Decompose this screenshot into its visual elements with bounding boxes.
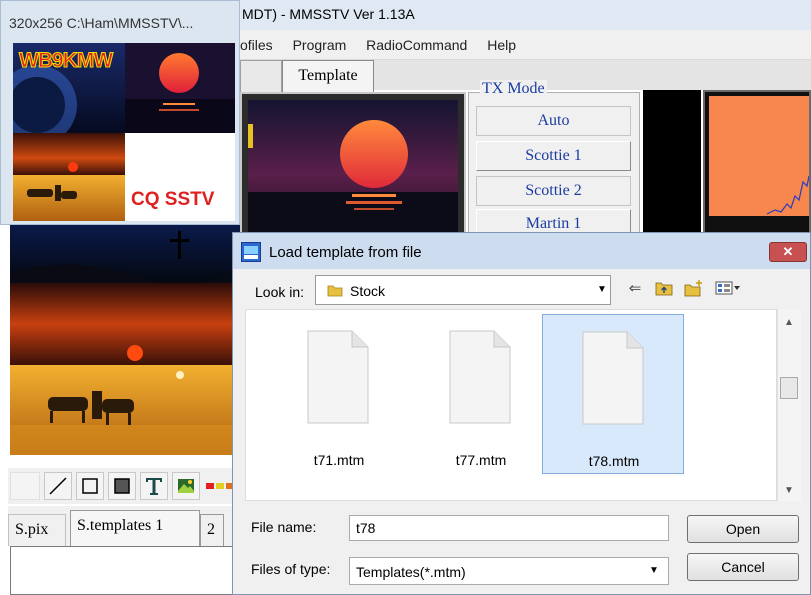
template-editor[interactable] [240, 92, 466, 237]
template-preview-image[interactable] [10, 225, 240, 455]
tab-previous[interactable] [240, 60, 282, 92]
load-template-dialog[interactable]: Load template from file ✕ Look in: Stock… [232, 232, 811, 595]
tab-stemplates-1[interactable]: S.templates 1 [70, 510, 200, 546]
look-in-dropdown[interactable]: Stock ▼ [315, 275, 611, 305]
close-icon[interactable]: ✕ [769, 242, 807, 262]
thumbnail-title: 320x256 C:\Ham\MMSSTV\... [9, 15, 194, 31]
thumbnail-window[interactable]: 320x256 C:\Ham\MMSSTV\... WB9KMW CQ SSTV [0, 0, 240, 225]
spectrum-background [709, 96, 810, 216]
menu-program[interactable]: Program [293, 37, 347, 53]
left-tab-strip: S.pix S.templates 1 2 [8, 506, 240, 546]
document-icon [307, 330, 369, 424]
document-icon [582, 331, 644, 425]
file-item-selected[interactable]: t78.mtm [542, 314, 684, 474]
mode-auto-button[interactable]: Auto [476, 106, 631, 136]
tab-template[interactable]: Template [282, 60, 374, 94]
mode-scottie1-button[interactable]: Scottie 1 [476, 141, 631, 171]
file-name-input[interactable]: t78 [349, 515, 669, 541]
file-list[interactable]: t71.mtm t77.mtm t78.mtm [245, 309, 777, 501]
open-button[interactable]: Open [687, 515, 799, 543]
view-menu-icon[interactable] [713, 277, 743, 299]
back-arrow-icon[interactable]: ⇐ [625, 277, 645, 299]
spectrum-display [703, 90, 811, 237]
file-name-label: t78.mtm [588, 453, 640, 469]
new-folder-icon[interactable] [683, 277, 705, 299]
callsign-text: WB9KMW [18, 49, 113, 73]
tab-spix[interactable]: S.pix [8, 514, 66, 546]
file-name-label: t71.mtm [313, 452, 365, 468]
main-window-title: MDT) - MMSSTV Ver 1.13A [240, 0, 811, 30]
cq-sstv-text: CQ SSTV [131, 189, 215, 210]
text-tool-icon[interactable] [140, 472, 168, 500]
line-tool-icon[interactable] [44, 472, 72, 500]
scroll-down-icon[interactable]: ▼ [784, 485, 794, 496]
folder-icon [327, 285, 343, 297]
look-in-value: Stock [350, 283, 386, 299]
file-name-label: t77.mtm [455, 452, 507, 468]
dialog-title: Load template from file [269, 244, 422, 261]
picture-tool-icon[interactable] [172, 472, 200, 500]
sstv-app-icon [241, 242, 261, 262]
rectangle-tool-icon[interactable] [76, 472, 104, 500]
tx-mode-label: TX Mode [480, 80, 547, 98]
sunset-preview-image [248, 100, 458, 235]
mode-scottie2-button[interactable]: Scottie 2 [476, 176, 631, 206]
file-item[interactable]: t77.mtm [410, 314, 552, 474]
menu-radiocommand[interactable]: RadioCommand [366, 37, 467, 53]
chevron-down-icon[interactable]: ▼ [594, 282, 610, 298]
menu-help[interactable]: Help [487, 37, 516, 53]
spectrum-trace [766, 175, 810, 215]
cancel-button[interactable]: Cancel [687, 553, 799, 581]
select-tool-icon[interactable] [10, 472, 40, 500]
file-type-field-label: Files of type: [251, 561, 331, 577]
scroll-up-icon[interactable]: ▲ [784, 317, 794, 328]
file-type-value: Templates(*.mtm) [356, 564, 466, 580]
tab-stemplates-2[interactable]: 2 [200, 514, 224, 546]
filled-rectangle-tool-icon[interactable] [108, 472, 136, 500]
waterfall-display [643, 90, 701, 237]
chevron-down-icon[interactable]: ▼ [646, 563, 662, 579]
up-folder-icon[interactable] [653, 277, 675, 299]
preview-picture [10, 225, 240, 455]
file-name-field-label: File name: [251, 519, 317, 535]
vertical-scrollbar[interactable]: ▲ ▼ [777, 309, 801, 501]
file-type-dropdown[interactable]: Templates(*.mtm) ▼ [349, 557, 669, 585]
scroll-thumb[interactable] [780, 377, 798, 399]
file-item[interactable]: t71.mtm [268, 314, 410, 474]
document-icon [449, 330, 511, 424]
dialog-title-bar[interactable]: Load template from file ✕ [233, 233, 810, 269]
look-in-label: Look in: [255, 284, 305, 300]
menu-bar: ofiles Program RadioCommand Help [240, 30, 811, 60]
template-list[interactable] [10, 546, 240, 595]
menu-profiles[interactable]: ofiles [240, 37, 273, 53]
drawing-toolbar [8, 468, 240, 504]
